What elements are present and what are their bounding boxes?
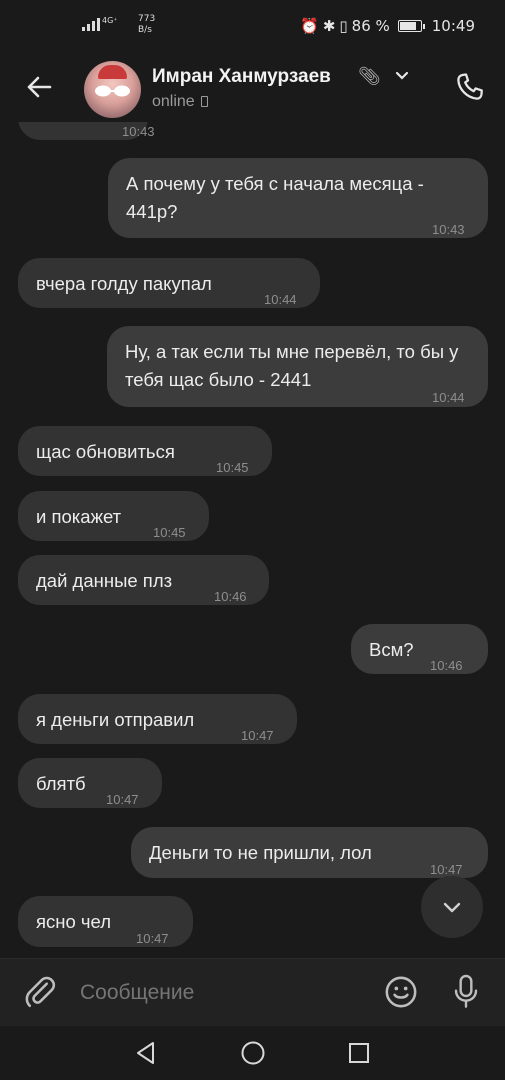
back-arrow-icon[interactable] [22, 70, 56, 104]
chat-area[interactable]: 10:43 А почему у тебя с начала месяца - 4… [0, 122, 505, 958]
chevron-down-icon[interactable] [394, 68, 410, 84]
paperclip-icon: 📎︎ [358, 66, 381, 86]
avatar-glasses [95, 85, 130, 97]
emoji-icon[interactable] [384, 975, 418, 1009]
status-bar-right: ⏰ ✱ ▯ 86 % 10:49 [300, 17, 475, 35]
vibrate-icon: ▯ [339, 17, 348, 35]
incoming-message-bubble[interactable]: щас обновиться 10:45 [18, 426, 272, 476]
message-time: 10:47 [106, 792, 139, 807]
nav-back-icon[interactable] [133, 1040, 159, 1066]
message-time: 10:44 [264, 292, 297, 307]
paperclip-icon[interactable] [22, 974, 58, 1010]
incoming-message-bubble[interactable]: я деньги отправил 10:47 [18, 694, 297, 744]
status-text: online [152, 93, 195, 110]
message-text: я деньги отправил [36, 709, 195, 730]
nav-home-icon[interactable] [240, 1040, 266, 1066]
message-text: Деньги то не пришли, лол [149, 842, 372, 863]
bluetooth-icon: ✱ [322, 17, 336, 35]
message-text: дай данные плз [36, 570, 173, 591]
message-text: А почему у тебя с начала месяца - 441р? [126, 173, 424, 222]
network-speed-unit: B/s [138, 25, 152, 35]
message-time: 10:44 [432, 390, 465, 405]
nav-recents-icon[interactable] [347, 1041, 371, 1065]
incoming-message-bubble[interactable]: ясно чел 10:47 [18, 896, 193, 947]
battery-icon [397, 20, 425, 32]
avatar-hat [98, 65, 127, 79]
status-bar: 4G⁺ 773 B/s ⏰ ✱ ▯ 86 % 10:49 [0, 0, 505, 56]
message-time: 10:46 [430, 658, 463, 673]
message-composer [0, 958, 505, 1026]
chat-header: Имран Ханмурзаев 📎︎ online [0, 56, 505, 122]
message-time: 10:46 [214, 589, 247, 604]
message-time: 10:45 [153, 525, 186, 540]
message-time: 10:43 [122, 124, 155, 139]
incoming-message-bubble[interactable]: вчера голду пакупал 10:44 [18, 258, 320, 308]
alarm-icon: ⏰ [300, 17, 319, 35]
phone-icon[interactable] [453, 70, 487, 104]
outgoing-message-bubble[interactable]: Деньги то не пришли, лол 10:47 [131, 827, 488, 878]
outgoing-message-bubble[interactable]: А почему у тебя с начала месяца - 441р? 1… [108, 158, 488, 238]
incoming-message-bubble[interactable]: блятб 10:47 [18, 758, 162, 808]
network-speed-value: 773 [138, 14, 156, 24]
outgoing-message-bubble[interactable]: Ну, а так если ты мне перевёл, то бы у т… [107, 326, 488, 407]
incoming-message-bubble[interactable]: 10:43 [18, 122, 155, 140]
message-text: Ну, а так если ты мне перевёл, то бы у т… [125, 341, 459, 390]
scroll-down-button[interactable] [421, 876, 483, 938]
message-text: щас обновиться [36, 441, 175, 462]
message-text: Всм? [369, 639, 414, 660]
message-text: блятб [36, 773, 86, 794]
contact-name[interactable]: Имран Ханмурзаев [152, 66, 331, 88]
contact-status: online [152, 93, 208, 111]
battery-fill [399, 22, 416, 30]
battery-percent: 86 % [351, 17, 390, 35]
message-text: ясно чел [36, 911, 112, 932]
message-time: 10:47 [241, 728, 274, 743]
message-time: 10:43 [432, 222, 465, 237]
signal-icon [82, 18, 100, 31]
chevron-down-icon [443, 902, 461, 913]
system-nav-bar [0, 1026, 505, 1080]
message-text: вчера голду пакупал [36, 273, 212, 294]
status-time: 10:49 [431, 17, 475, 35]
outgoing-message-bubble[interactable]: Всм? 10:46 [351, 624, 488, 674]
incoming-message-bubble[interactable]: дай данные плз 10:46 [18, 555, 269, 605]
message-input[interactable] [80, 979, 360, 1007]
network-type: 4G⁺ [102, 16, 118, 25]
incoming-message-bubble[interactable]: и покажет 10:45 [18, 491, 209, 541]
microphone-icon[interactable] [450, 973, 482, 1011]
network-speed: 773 B/s [138, 14, 155, 36]
mobile-device-icon [200, 96, 208, 107]
message-text: и покажет [36, 506, 122, 527]
message-time: 10:47 [136, 931, 169, 946]
message-time: 10:45 [216, 460, 249, 475]
avatar[interactable] [84, 61, 141, 118]
